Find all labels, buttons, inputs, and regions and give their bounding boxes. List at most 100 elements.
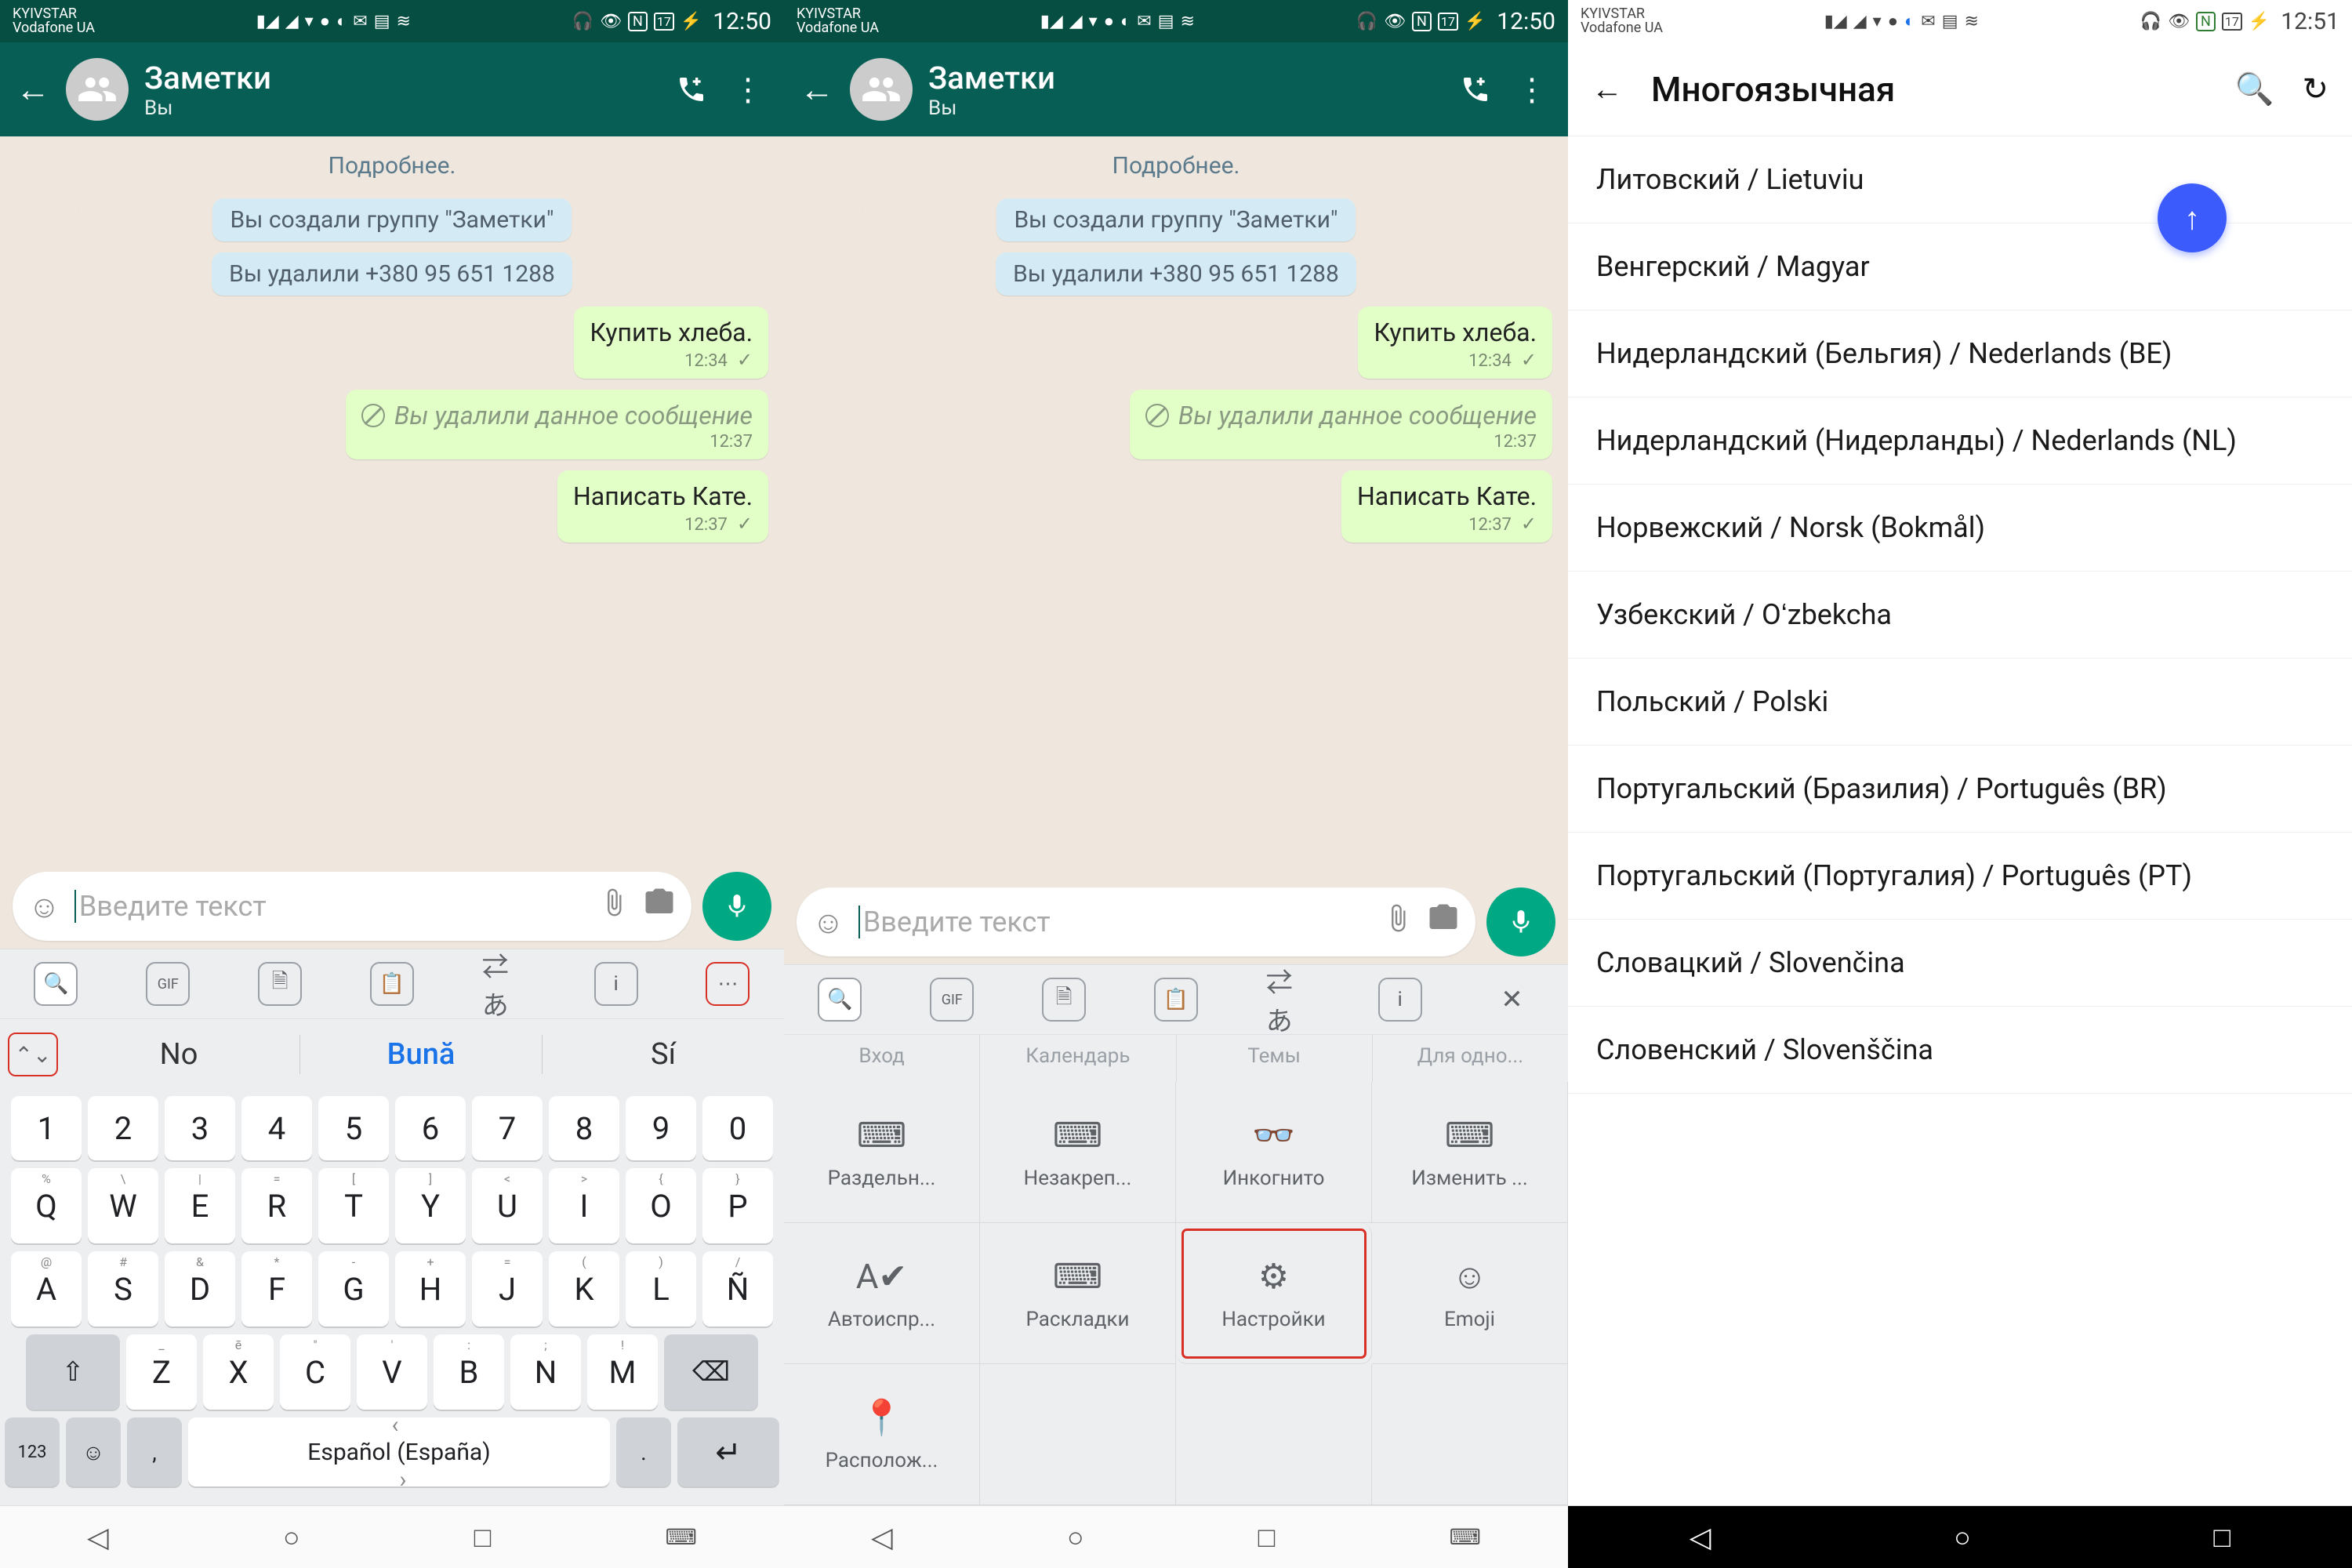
more-menu-button[interactable]: ⋮ [1512,69,1552,110]
key-x[interactable]: ēX [203,1334,274,1410]
kbd-paste-button[interactable]: 📋 [370,962,414,1006]
message-input[interactable]: Введите текст [74,890,585,923]
group-avatar[interactable] [66,58,129,121]
key-n[interactable]: ;N [510,1334,581,1410]
shortcut-layouts[interactable]: ⌨Раскладки [980,1223,1176,1364]
shift-key[interactable]: ⇧ [26,1334,120,1410]
kbd-gif-button[interactable]: GIF [146,962,190,1006]
shortcut-location[interactable]: 📍Располож... [784,1364,980,1505]
nav-home[interactable]: ○ [1067,1521,1084,1554]
key-s[interactable]: #S [88,1251,158,1327]
nav-recent[interactable]: □ [474,1521,492,1554]
key-ñ[interactable]: /Ñ [702,1251,773,1327]
key-t[interactable]: [T [318,1168,389,1243]
group-avatar[interactable] [850,58,913,121]
language-item[interactable]: Португальский (Португалия) / Português (… [1568,833,2352,920]
key-9[interactable]: 9 [626,1096,696,1160]
key-5[interactable]: 5 [318,1096,389,1160]
emoji-key[interactable]: ☺ [66,1417,121,1486]
language-item[interactable]: Норвежский / Norsk (Bokmål) [1568,485,2352,572]
nav-back[interactable]: ◁ [1690,1521,1711,1554]
kbd-clipboard-button[interactable]: 🗎 [1042,978,1086,1022]
search-button[interactable]: 🔍 [2235,71,2274,107]
language-item[interactable]: Венгерский / Magyar [1568,223,2352,310]
message-deleted[interactable]: Вы удалили данное сообщение 12:37 [346,390,768,459]
key-j[interactable]: =J [472,1251,543,1327]
kbd-gif-button[interactable]: GIF [930,978,974,1022]
message-out[interactable]: Купить хлеба. 12:34 ✓ [574,307,768,379]
camera-button[interactable] [643,886,676,927]
attach-button[interactable] [599,887,629,925]
key-3[interactable]: 3 [165,1096,235,1160]
message-out[interactable]: Купить хлеба. 12:34 ✓ [1358,307,1552,379]
key-2[interactable]: 2 [88,1096,158,1160]
nav-home[interactable]: ○ [1954,1521,1971,1554]
key-z[interactable]: _Z [126,1334,197,1410]
shortcut-split[interactable]: ⌨Раздельн... [784,1082,980,1223]
nav-home[interactable]: ○ [283,1521,300,1554]
kbd-info-button[interactable]: i [1378,978,1422,1022]
key-d[interactable]: &D [165,1251,235,1327]
key-4[interactable]: 4 [241,1096,312,1160]
kbd-search-button[interactable]: 🔍 [818,978,862,1022]
key-b[interactable]: :B [434,1334,504,1410]
key-q[interactable]: %Q [11,1168,82,1243]
key-i[interactable]: >I [549,1168,619,1243]
camera-button[interactable] [1427,902,1460,942]
key-1[interactable]: 1 [11,1096,82,1160]
hint[interactable]: Вход [784,1035,980,1082]
nav-keyboard[interactable]: ⌨ [666,1524,697,1550]
scroll-top-fab[interactable]: ↑ [2158,183,2227,252]
emoji-button[interactable]: ☺ [28,888,60,925]
shortcut-float[interactable]: ⌨Незакреп... [980,1082,1176,1223]
more-link[interactable]: Подробнее. [1095,144,1258,187]
shortcut-incognito[interactable]: 👓Инкогнито [1176,1082,1372,1223]
kbd-search-button[interactable]: 🔍 [34,962,78,1006]
back-button[interactable]: ← [1592,71,1623,107]
call-button[interactable] [671,69,712,110]
back-button[interactable]: ← [16,69,50,110]
numbers-key[interactable]: 123 [5,1417,60,1486]
key-u[interactable]: <U [472,1168,543,1243]
key-l[interactable]: )L [626,1251,696,1327]
key-e[interactable]: |E [165,1168,235,1243]
language-list[interactable]: Литовский / LietuviuВенгерский / MagyarН… [1568,136,2352,1505]
hint[interactable]: Для одно... [1373,1035,1568,1082]
language-item[interactable]: Словацкий / Slovenčina [1568,920,2352,1007]
nav-recent[interactable]: □ [2213,1521,2230,1554]
more-link[interactable]: Подробнее. [311,144,474,187]
shortcut-settings[interactable]: ⚙Настройки [1176,1223,1372,1364]
key-o[interactable]: {O [626,1168,696,1243]
key-h[interactable]: +H [395,1251,466,1327]
hint[interactable]: Темы [1177,1035,1373,1082]
message-deleted[interactable]: Вы удалили данное сообщение 12:37 [1130,390,1552,459]
key-0[interactable]: 0 [702,1096,773,1160]
mic-send-button[interactable] [1486,887,1555,956]
key-g[interactable]: -G [318,1251,389,1327]
back-button[interactable]: ← [800,69,834,110]
suggestion-primary[interactable]: Bună [300,1037,542,1072]
attach-button[interactable] [1383,903,1413,941]
key-m[interactable]: !M [587,1334,658,1410]
shortcut-autocorrect[interactable]: A✔Автоиспр... [784,1223,980,1364]
hint[interactable]: Календарь [980,1035,1176,1082]
language-item[interactable]: Узбекский / Oʻzbekcha [1568,572,2352,659]
nav-back[interactable]: ◁ [87,1521,109,1554]
key-6[interactable]: 6 [395,1096,466,1160]
shortcut-resize[interactable]: ⌨Изменить ... [1372,1082,1568,1223]
message-out[interactable]: Написать Кате. 12:37 ✓ [1341,470,1552,543]
kbd-paste-button[interactable]: 📋 [1154,978,1198,1022]
mic-send-button[interactable] [702,872,771,941]
key-7[interactable]: 7 [472,1096,543,1160]
key-p[interactable]: }P [702,1168,773,1243]
chat-body[interactable]: Подробнее. Вы создали группу "Заметки" В… [784,136,1568,880]
emoji-button[interactable]: ☺ [812,904,844,941]
suggestion[interactable]: Sí [543,1037,784,1072]
shortcut-emoji[interactable]: ☺Emoji [1372,1223,1568,1364]
spacebar[interactable]: ‹ Español (España) › [188,1417,610,1486]
suggestion[interactable]: No [58,1037,299,1072]
kbd-clipboard-button[interactable]: 🗎 [258,962,302,1006]
kbd-translate-button[interactable]: ⇄あ [482,962,526,1006]
chat-body[interactable]: Подробнее. Вы создали группу "Заметки" В… [0,136,784,864]
kbd-more-button[interactable]: ⋯ [706,962,750,1006]
